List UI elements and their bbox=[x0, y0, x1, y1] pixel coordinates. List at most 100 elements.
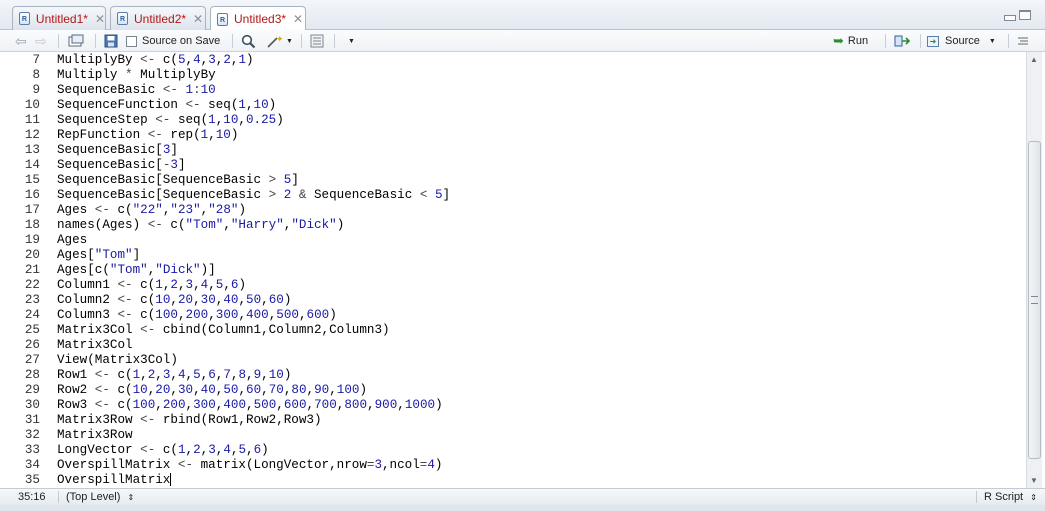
code-token: 20 bbox=[177, 293, 194, 307]
code-text[interactable]: Column1 <- c(1,2,3,4,5,6) bbox=[57, 278, 246, 293]
code-line[interactable]: 14 SequenceBasic[-3] bbox=[0, 158, 1026, 173]
scroll-down-icon[interactable]: ▼ bbox=[1030, 476, 1038, 485]
code-token: , bbox=[185, 53, 194, 67]
code-token: Column3 bbox=[57, 308, 118, 322]
code-text[interactable]: Matrix3Col <- cbind(Column1,Column2,Colu… bbox=[57, 323, 390, 338]
code-line[interactable]: 17 Ages <- c("22","23","28") bbox=[0, 203, 1026, 218]
code-text[interactable]: names(Ages) <- c("Tom","Harry","Dick") bbox=[57, 218, 344, 233]
code-text[interactable]: Multiply * MultiplyBy bbox=[57, 68, 216, 83]
scrollbar-thumb[interactable] bbox=[1028, 141, 1041, 459]
code-line[interactable]: 30 Row3 <- c(100,200,300,400,500,600,700,… bbox=[0, 398, 1026, 413]
code-line[interactable]: 31 Matrix3Row <- rbind(Row1,Row2,Row3) bbox=[0, 413, 1026, 428]
save-icon[interactable] bbox=[104, 33, 118, 49]
outline-menu-icon[interactable] bbox=[1017, 33, 1029, 49]
code-token: , bbox=[298, 308, 307, 322]
code-text[interactable]: Ages["Tom"] bbox=[57, 248, 140, 263]
code-line[interactable]: 11 SequenceStep <- seq(1,10,0.25) bbox=[0, 113, 1026, 128]
show-in-window-icon[interactable] bbox=[68, 33, 84, 49]
tab-untitled2[interactable]: R Untitled2* ✕ bbox=[110, 6, 206, 30]
code-token: 300 bbox=[215, 308, 239, 322]
code-line[interactable]: 8 Multiply * MultiplyBy bbox=[0, 68, 1026, 83]
code-text[interactable]: Ages <- c("22","23","28") bbox=[57, 203, 246, 218]
code-line[interactable]: 27 View(Matrix3Col) bbox=[0, 353, 1026, 368]
close-icon[interactable]: ✕ bbox=[193, 12, 203, 26]
code-text[interactable]: Column2 <- c(10,20,30,40,50,60) bbox=[57, 293, 291, 308]
source-button[interactable]: ➜ Source ▼ bbox=[927, 33, 996, 49]
back-arrow-icon[interactable]: ⇦ bbox=[15, 33, 27, 49]
code-line[interactable]: 25 Matrix3Col <- cbind(Column1,Column2,Co… bbox=[0, 323, 1026, 338]
code-line[interactable]: 20 Ages["Tom"] bbox=[0, 248, 1026, 263]
code-text[interactable]: Column3 <- c(100,200,300,400,500,600) bbox=[57, 308, 337, 323]
code-line[interactable]: 28 Row1 <- c(1,2,3,4,5,6,7,8,9,10) bbox=[0, 368, 1026, 383]
code-text[interactable]: Ages bbox=[57, 233, 87, 248]
code-line[interactable]: 34 OverspillMatrix <- matrix(LongVector,n… bbox=[0, 458, 1026, 473]
code-line[interactable]: 16 SequenceBasic[SequenceBasic > 2 & Sequ… bbox=[0, 188, 1026, 203]
source-on-save-checkbox[interactable]: Source on Save bbox=[126, 33, 220, 49]
code-line[interactable]: 21 Ages[c("Tom","Dick")] bbox=[0, 263, 1026, 278]
code-text[interactable]: Matrix3Row bbox=[57, 428, 133, 443]
code-text[interactable]: SequenceBasic <- 1:10 bbox=[57, 83, 216, 98]
run-button[interactable]: ➥ Run bbox=[833, 33, 868, 49]
code-text[interactable]: SequenceBasic[3] bbox=[57, 143, 178, 158]
code-line[interactable]: 7 MultiplyBy <- c(5,4,3,2,1) bbox=[0, 53, 1026, 68]
search-icon[interactable] bbox=[241, 33, 256, 49]
code-token: ] bbox=[442, 188, 451, 202]
code-tools-wand-icon[interactable]: ✦ ▼ bbox=[266, 33, 293, 49]
code-editor[interactable]: 7 MultiplyBy <- c(5,4,3,2,1) 8 Multiply * M… bbox=[0, 52, 1026, 488]
code-text[interactable]: Matrix3Row <- rbind(Row1,Row2,Row3) bbox=[57, 413, 322, 428]
code-line[interactable]: 23 Column2 <- c(10,20,30,40,50,60) bbox=[0, 293, 1026, 308]
code-token: c( bbox=[162, 443, 178, 457]
code-line[interactable]: 18 names(Ages) <- c("Tom","Harry","Dick") bbox=[0, 218, 1026, 233]
rerun-icon[interactable] bbox=[894, 33, 912, 49]
tab-untitled1[interactable]: R Untitled1* ✕ bbox=[12, 6, 106, 30]
code-text[interactable]: OverspillMatrix <- matrix(LongVector,nro… bbox=[57, 458, 442, 473]
code-text[interactable]: Row1 <- c(1,2,3,4,5,6,7,8,9,10) bbox=[57, 368, 291, 383]
scope-selector[interactable]: (Top Level) ⇕ bbox=[66, 491, 134, 503]
close-icon[interactable]: ✕ bbox=[293, 12, 303, 26]
code-text[interactable]: SequenceBasic[SequenceBasic > 2 & Sequen… bbox=[57, 188, 450, 203]
code-text[interactable]: SequenceFunction <- seq(1,10) bbox=[57, 98, 276, 113]
code-line[interactable]: 32 Matrix3Row bbox=[0, 428, 1026, 443]
line-number: 12 bbox=[24, 128, 40, 142]
code-line[interactable]: 29 Row2 <- c(10,20,30,40,50,60,70,80,90,1… bbox=[0, 383, 1026, 398]
code-text[interactable]: SequenceBasic[SequenceBasic > 5] bbox=[57, 173, 299, 188]
code-line[interactable]: 15 SequenceBasic[SequenceBasic > 5] bbox=[0, 173, 1026, 188]
code-line[interactable]: 12 RepFunction <- rep(1,10) bbox=[0, 128, 1026, 143]
code-line[interactable]: 33 LongVector <- c(1,2,3,4,5,6) bbox=[0, 443, 1026, 458]
code-text[interactable]: Matrix3Col bbox=[57, 338, 133, 353]
maximize-icon[interactable] bbox=[1019, 10, 1031, 20]
code-text[interactable]: Row3 <- c(100,200,300,400,500,600,700,80… bbox=[57, 398, 443, 413]
code-line[interactable]: 19 Ages bbox=[0, 233, 1026, 248]
code-line[interactable]: 24 Column3 <- c(100,200,300,400,500,600) bbox=[0, 308, 1026, 323]
code-line[interactable]: 35 OverspillMatrix bbox=[0, 473, 1026, 488]
scroll-up-icon[interactable]: ▲ bbox=[1030, 55, 1038, 64]
line-number: 31 bbox=[24, 413, 40, 427]
code-text[interactable]: SequenceBasic[-3] bbox=[57, 158, 186, 173]
code-line[interactable]: 10 SequenceFunction <- seq(1,10) bbox=[0, 98, 1026, 113]
tab-untitled3[interactable]: R Untitled3* ✕ bbox=[210, 6, 306, 31]
code-token: > bbox=[268, 188, 284, 202]
code-text[interactable]: LongVector <- c(1,2,3,4,5,6) bbox=[57, 443, 269, 458]
close-icon[interactable]: ✕ bbox=[95, 12, 105, 26]
code-text[interactable]: Row2 <- c(10,20,30,40,50,60,70,80,90,100… bbox=[57, 383, 367, 398]
minimize-icon[interactable] bbox=[1004, 15, 1016, 21]
chevron-down-icon[interactable]: ▼ bbox=[348, 33, 355, 49]
code-token: , bbox=[306, 398, 315, 412]
code-line[interactable]: 22 Column1 <- c(1,2,3,4,5,6) bbox=[0, 278, 1026, 293]
code-token: , bbox=[193, 293, 201, 307]
vertical-scrollbar[interactable]: ▲ ▼ bbox=[1026, 52, 1042, 488]
code-line[interactable]: 13 SequenceBasic[3] bbox=[0, 143, 1026, 158]
code-text[interactable]: SequenceStep <- seq(1,10,0.25) bbox=[57, 113, 284, 128]
code-text[interactable]: MultiplyBy <- c(5,4,3,2,1) bbox=[57, 53, 254, 68]
code-line[interactable]: 26 Matrix3Col bbox=[0, 338, 1026, 353]
code-token: , bbox=[208, 308, 216, 322]
code-token: , bbox=[367, 398, 375, 412]
file-type-selector[interactable]: R Script ⇕ bbox=[984, 491, 1037, 503]
code-text[interactable]: View(Matrix3Col) bbox=[57, 353, 178, 368]
code-line[interactable]: 9 SequenceBasic <- 1:10 bbox=[0, 83, 1026, 98]
code-text[interactable]: Ages[c("Tom","Dick")] bbox=[57, 263, 216, 278]
compile-report-icon[interactable] bbox=[310, 33, 324, 49]
code-text[interactable]: OverspillMatrix bbox=[57, 473, 172, 488]
forward-arrow-icon[interactable]: ⇨ bbox=[35, 33, 47, 49]
code-text[interactable]: RepFunction <- rep(1,10) bbox=[57, 128, 238, 143]
